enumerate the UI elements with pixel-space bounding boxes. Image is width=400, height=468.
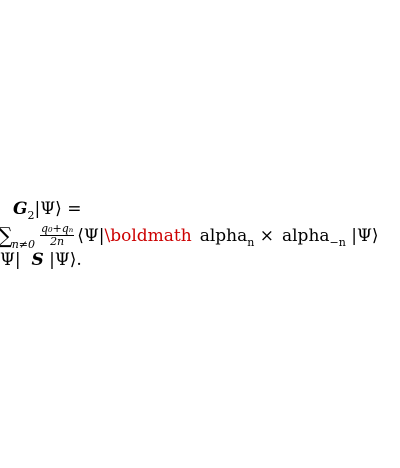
error-command-boldmath: \boldmath <box>104 226 192 246</box>
ket-psi-period: |Ψ⟩. <box>49 250 82 270</box>
equation-line-1: G2|Ψ⟩ = <box>13 199 82 222</box>
equation-line-2: ∑n≠0 q₀+qₙ 2n ⟨Ψ|\boldmath alphan × alpha−n |… <box>0 223 379 252</box>
bra-psi: ⟨Ψ| <box>77 226 105 246</box>
times-symbol: × <box>259 226 274 246</box>
ket-psi-equals: |Ψ⟩ = <box>34 199 82 219</box>
fraction: q₀+qₙ 2n <box>40 223 75 248</box>
alpha-2-subscript: −n <box>329 236 346 249</box>
alpha-1-text: alpha <box>199 226 248 246</box>
equation-line-3: Ψ| S |Ψ⟩. <box>0 250 82 270</box>
operator-g-symbol: G <box>13 199 28 219</box>
alpha-2-text: alpha <box>281 226 330 246</box>
psi-bar: Ψ| <box>0 250 21 270</box>
ket-psi: |Ψ⟩ <box>351 226 379 246</box>
operator-s-symbol: S <box>31 250 44 270</box>
operator-g-subscript: 2 <box>27 209 35 222</box>
fraction-denominator: 2n <box>50 235 65 248</box>
alpha-1-subscript: n <box>247 236 255 249</box>
summation-symbol: ∑ <box>0 224 13 249</box>
